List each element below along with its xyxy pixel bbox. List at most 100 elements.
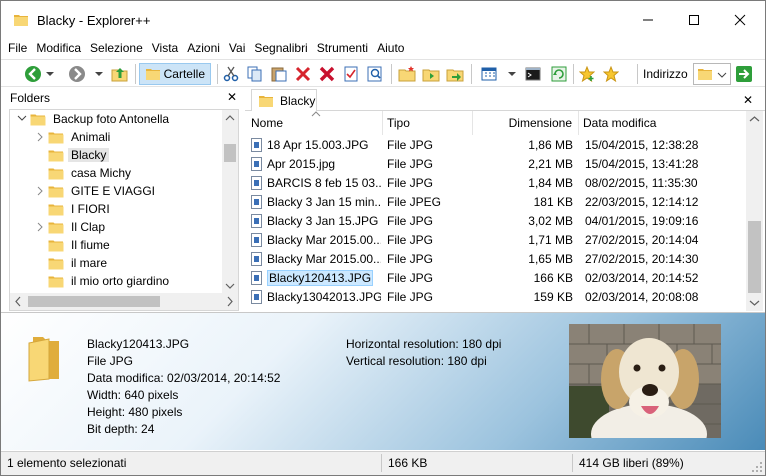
- scroll-up-icon[interactable]: [746, 111, 763, 127]
- display-window: Blacky120413.JPG File JPG Data modifica:…: [1, 312, 765, 450]
- folder-tree-item[interactable]: il mare: [34, 254, 110, 272]
- column-header-name[interactable]: Nome: [247, 111, 383, 135]
- column-type-label: Tipo: [387, 116, 410, 130]
- bookmarks-button[interactable]: [601, 63, 621, 85]
- file-name-cell: 18 Apr 15.003.JPG: [251, 135, 381, 154]
- folder-icon: [698, 69, 712, 80]
- menu-segnalibri[interactable]: Segnalibri: [254, 41, 307, 55]
- folders-pane-close-icon[interactable]: ✕: [227, 90, 237, 104]
- folder-tree-item[interactable]: il mio orto giardino: [34, 272, 172, 290]
- status-free-space: 414 GB liberi (89%): [579, 456, 684, 470]
- file-row[interactable]: Blacky13042013.JPG File JPG 159 KB 02/03/20…: [247, 287, 745, 306]
- file-list-vertical-scrollbar[interactable]: [746, 111, 763, 311]
- views-dropdown[interactable]: [507, 63, 517, 85]
- column-header-modified[interactable]: Data modifica: [579, 111, 745, 135]
- file-row[interactable]: Blacky 3 Jan 15.JPG File JPG 3,02 MB 04/01/…: [247, 211, 745, 230]
- column-header-type[interactable]: Tipo: [383, 111, 473, 135]
- copy-button[interactable]: [245, 63, 265, 85]
- menu-selezione[interactable]: Selezione: [90, 41, 143, 55]
- folder-tree-item[interactable]: Animali: [34, 128, 113, 146]
- close-button[interactable]: [717, 1, 763, 39]
- folder-tree-item[interactable]: Il Clap: [34, 218, 108, 236]
- menu-aiuto[interactable]: Aiuto: [377, 41, 404, 55]
- status-selection: 1 elemento selezionati: [7, 456, 127, 470]
- copy-to-folder-button[interactable]: [421, 63, 441, 85]
- menu-strumenti[interactable]: Strumenti: [317, 41, 368, 55]
- views-button[interactable]: [479, 63, 499, 85]
- tab-close-icon[interactable]: ✕: [743, 93, 753, 107]
- go-arrow-icon: [736, 66, 752, 82]
- file-row[interactable]: 18 Apr 15.003.JPG File JPG 1,86 MB 15/04/20…: [247, 135, 745, 154]
- file-row[interactable]: Blacky120413.JPG File JPG 166 KB 02/03/2014…: [247, 268, 745, 287]
- folder-tree-item[interactable]: Blacky: [34, 146, 110, 164]
- folder-tree-vertical-scrollbar[interactable]: [222, 110, 238, 294]
- forward-button[interactable]: [67, 63, 87, 85]
- preview-width: Width: 640 pixels: [87, 388, 179, 402]
- folder-tree-horizontal-scrollbar[interactable]: [10, 293, 238, 310]
- file-row[interactable]: Apr 2015.jpg File JPG 2,21 MB 15/04/2015, 1…: [247, 154, 745, 173]
- address-combo[interactable]: [693, 63, 731, 85]
- up-button[interactable]: [109, 63, 131, 85]
- add-bookmark-button[interactable]: [577, 63, 597, 85]
- tab-blacky[interactable]: Blacky: [251, 89, 317, 112]
- new-folder-button[interactable]: [397, 63, 417, 85]
- folder-tree-hscroll-thumb[interactable]: [28, 296, 160, 307]
- move-to-folder-button[interactable]: [445, 63, 465, 85]
- search-button[interactable]: [365, 63, 385, 85]
- scroll-left-icon[interactable]: [10, 293, 26, 310]
- tree-collapsed-icon[interactable]: [34, 222, 48, 232]
- file-row[interactable]: Blacky 3 Jan 15 min... File JPEG 181 KB 22/…: [247, 192, 745, 211]
- preview-horizontal-resolution: Horizontal resolution: 180 dpi: [346, 337, 502, 351]
- menu-file[interactable]: File: [8, 41, 27, 55]
- column-header-size[interactable]: Dimensione: [473, 111, 579, 135]
- folder-tree-item[interactable]: Backup foto Antonella: [16, 110, 172, 128]
- file-list-scroll-thumb[interactable]: [748, 221, 761, 293]
- paste-button[interactable]: [269, 63, 289, 85]
- folders-pane-title: Folders: [10, 91, 51, 105]
- properties-button[interactable]: [341, 63, 361, 85]
- scroll-down-icon[interactable]: [222, 278, 238, 294]
- tree-collapsed-icon[interactable]: [34, 186, 48, 196]
- folder-tree[interactable]: Backup foto Antonella Animali Blacky casa M…: [9, 109, 239, 311]
- menu-vista[interactable]: Vista: [152, 41, 178, 55]
- chevron-down-icon[interactable]: [717, 71, 727, 79]
- folders-toggle-button[interactable]: Cartelle: [139, 63, 211, 85]
- folder-tree-label: Blacky: [68, 148, 110, 162]
- menu-modifica[interactable]: Modifica: [36, 41, 81, 55]
- resize-grip-icon[interactable]: [751, 461, 763, 473]
- folder-icon: [259, 96, 273, 107]
- tree-expanded-icon[interactable]: [16, 114, 30, 124]
- back-dropdown[interactable]: [45, 63, 55, 85]
- file-type: File JPG: [387, 156, 434, 171]
- folder-tree-scroll-thumb[interactable]: [224, 144, 236, 162]
- maximize-button[interactable]: [671, 1, 717, 39]
- delete-button[interactable]: [293, 63, 313, 85]
- forward-dropdown[interactable]: [94, 63, 104, 85]
- delete-permanent-button[interactable]: [317, 63, 337, 85]
- folder-tree-item[interactable]: casa Michy: [34, 164, 134, 182]
- scroll-up-icon[interactable]: [222, 110, 238, 126]
- folder-tree-item[interactable]: GITE E VIAGGI: [34, 182, 158, 200]
- scroll-down-icon[interactable]: [746, 295, 763, 311]
- menu-azioni[interactable]: Azioni: [187, 41, 220, 55]
- menu-vai[interactable]: Vai: [229, 41, 245, 55]
- folder-tree-item[interactable]: I FIORI: [34, 200, 113, 218]
- file-row[interactable]: BARCIS 8 feb 15 03.... File JPG 1,84 MB 08/…: [247, 173, 745, 192]
- forward-arrow-icon: [69, 66, 85, 82]
- file-row[interactable]: Blacky Mar 2015.00... File JPG 1,71 MB 27/0…: [247, 230, 745, 249]
- folders-toggle-label: Cartelle: [163, 67, 205, 81]
- scroll-right-icon[interactable]: [222, 293, 238, 310]
- go-button[interactable]: [735, 63, 753, 85]
- file-list[interactable]: Nome Tipo Dimensione Data modifica 18 Ap…: [247, 111, 763, 311]
- minimize-button[interactable]: [625, 1, 671, 39]
- delete-permanent-icon: [319, 66, 335, 82]
- folder-icon: [48, 222, 64, 233]
- file-row[interactable]: Blacky Mar 2015.00... File JPG 1,65 MB 27/0…: [247, 249, 745, 268]
- refresh-button[interactable]: [549, 63, 569, 85]
- back-button[interactable]: [23, 63, 43, 85]
- folder-tree-item[interactable]: Il fiume: [34, 236, 113, 254]
- tree-collapsed-icon[interactable]: [34, 132, 48, 142]
- preview-modified: Data modifica: 02/03/2014, 20:14:52: [87, 371, 281, 385]
- command-prompt-button[interactable]: [523, 63, 543, 85]
- cut-button[interactable]: [221, 63, 241, 85]
